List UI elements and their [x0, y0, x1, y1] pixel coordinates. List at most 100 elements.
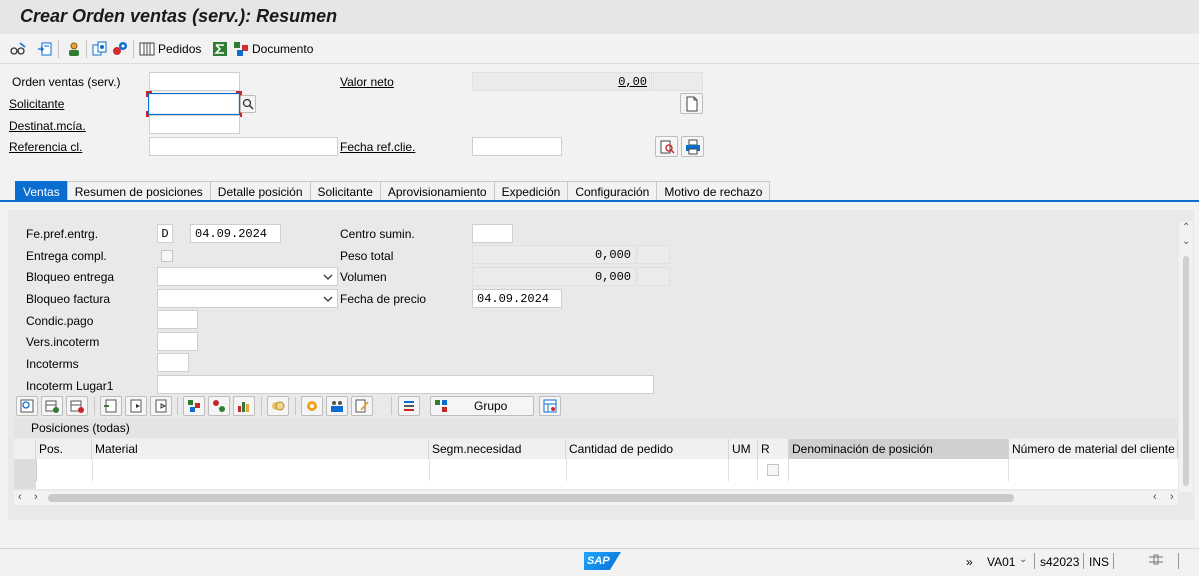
tab-rejection-reason[interactable]: Motivo de rechazo	[656, 181, 771, 201]
scroll-thumb[interactable]	[1183, 256, 1189, 486]
incoterms-label: Incoterms	[26, 357, 79, 371]
delete-row-icon	[70, 400, 84, 413]
delivery-block-dropdown[interactable]	[157, 267, 338, 286]
scroll-down-icon[interactable]: ⌄	[1182, 236, 1190, 247]
scroll-right-icon[interactable]: ›	[1170, 491, 1174, 503]
select-all-button[interactable]	[100, 396, 122, 416]
cell-item-description[interactable]	[789, 459, 1010, 481]
sum-button[interactable]	[212, 38, 228, 60]
column-header-item-description[interactable]: Denominación de posición	[789, 439, 1009, 459]
ship-to-field[interactable]	[149, 115, 240, 134]
cell-requirement-segment[interactable]	[429, 459, 567, 481]
deselect-all-button[interactable]	[150, 396, 172, 416]
tab-item-overview[interactable]: Resumen de posiciones	[66, 181, 211, 201]
horizontal-scrollbar[interactable]: ‹ › ‹ ›	[14, 491, 1178, 505]
scroll-thumb[interactable]	[48, 494, 1014, 502]
blank-page-icon	[686, 96, 697, 111]
row-selector[interactable]	[14, 459, 37, 481]
row-selector-header[interactable]	[14, 439, 36, 459]
select-block-icon	[130, 399, 142, 413]
column-header-pos[interactable]: Pos.	[36, 439, 92, 459]
tab-sold-to[interactable]: Solicitante	[309, 181, 381, 201]
print-button[interactable]	[681, 136, 704, 157]
status-expand-icon[interactable]: »	[966, 555, 973, 569]
new-document-button[interactable]	[680, 93, 703, 114]
document-search-icon	[660, 140, 675, 154]
pricing-button[interactable]	[267, 396, 289, 416]
insert-mode[interactable]: INS	[1089, 555, 1109, 569]
tab-shipping[interactable]: Expedición	[493, 181, 569, 201]
order-number-field[interactable]	[149, 72, 240, 91]
tab-configuration[interactable]: Configuración	[567, 181, 658, 201]
row-cells[interactable]	[36, 481, 1178, 489]
cell-uom[interactable]	[729, 459, 759, 481]
conditions-button[interactable]	[301, 396, 323, 416]
row-checkbox[interactable]	[767, 464, 780, 476]
create-with-reference-button[interactable]	[112, 38, 128, 60]
sold-to-field[interactable]	[148, 93, 240, 115]
people-icon	[331, 401, 343, 412]
sort-button[interactable]	[398, 396, 420, 416]
items-table-title: Posiciones (todas)	[31, 421, 130, 435]
search-help-button[interactable]	[240, 95, 256, 113]
ship-to-label: Destinat.mcía.	[9, 119, 86, 133]
select-block-button[interactable]	[125, 396, 147, 416]
availability-button[interactable]	[233, 396, 255, 416]
cell-pos[interactable]	[36, 459, 93, 481]
complete-delivery-checkbox[interactable]	[161, 250, 173, 262]
item-detail-button[interactable]	[16, 396, 38, 416]
column-header-r[interactable]: R	[758, 439, 789, 459]
scroll-right-icon[interactable]: ›	[34, 491, 38, 503]
display-change-button[interactable]	[10, 38, 26, 60]
column-header-order-quantity[interactable]: Cantidad de pedido	[566, 439, 729, 459]
billing-block-dropdown[interactable]	[157, 289, 338, 308]
vertical-scrollbar[interactable]: ⌃ ⌄	[1179, 222, 1193, 492]
incoterm-location-field[interactable]	[157, 375, 654, 394]
cell-material[interactable]	[92, 459, 430, 481]
customer-reference-field[interactable]	[149, 137, 338, 156]
weight-unit-field	[637, 245, 670, 264]
connection-icon	[1148, 553, 1164, 570]
chevron-down-icon[interactable]: ⌄	[1019, 554, 1027, 565]
scroll-up-icon[interactable]: ⌃	[1182, 222, 1190, 233]
group-button[interactable]: Grupo	[430, 396, 534, 416]
delete-row-button[interactable]	[66, 396, 88, 416]
table-settings-icon	[543, 399, 557, 413]
schedule-lines-button[interactable]	[208, 396, 230, 416]
cell-order-quantity[interactable]	[566, 459, 730, 481]
row-selector[interactable]	[14, 481, 36, 489]
pricing-date-field[interactable]: 04.09.2024	[472, 289, 562, 308]
scroll-left-icon[interactable]: ‹	[18, 491, 22, 503]
payment-terms-field[interactable]	[157, 310, 198, 329]
orders-button[interactable]: Pedidos	[139, 38, 201, 60]
copy-button[interactable]	[92, 38, 108, 60]
partners-item-button[interactable]	[326, 396, 348, 416]
date-type-field[interactable]: D	[157, 224, 173, 243]
deselect-all-icon	[155, 399, 167, 413]
header-button[interactable]	[37, 38, 53, 60]
column-header-requirement-segment[interactable]: Segm.necesidad	[429, 439, 566, 459]
column-header-customer-material[interactable]: Número de material del cliente	[1009, 439, 1178, 459]
incoterms-field[interactable]	[157, 353, 189, 372]
display-document-button[interactable]	[655, 136, 678, 157]
cell-customer-material[interactable]	[1009, 459, 1178, 481]
toolbar-separator	[86, 40, 87, 58]
list-columns-icon	[139, 42, 155, 56]
table-settings-button[interactable]	[539, 396, 561, 416]
tab-ventas[interactable]: Ventas	[15, 181, 68, 201]
incoterm-version-field[interactable]	[157, 332, 198, 351]
req-delivery-date-field[interactable]: 04.09.2024	[190, 224, 281, 243]
texts-button[interactable]	[351, 396, 373, 416]
partner-button[interactable]	[66, 38, 82, 60]
tab-procurement[interactable]: Aprovisionamiento	[379, 181, 495, 201]
column-header-material[interactable]: Material	[92, 439, 429, 459]
tab-item-detail[interactable]: Detalle posición	[209, 181, 311, 201]
delivering-plant-field[interactable]	[472, 224, 513, 243]
insert-row-button[interactable]	[41, 396, 63, 416]
customer-reference-date-field[interactable]	[472, 137, 562, 156]
config-button[interactable]	[183, 396, 205, 416]
document-button[interactable]: Documento	[233, 38, 313, 60]
customer-reference-date-label: Fecha ref.clie.	[340, 140, 416, 154]
scroll-left-icon[interactable]: ‹	[1153, 491, 1157, 503]
column-header-uom[interactable]: UM	[729, 439, 758, 459]
